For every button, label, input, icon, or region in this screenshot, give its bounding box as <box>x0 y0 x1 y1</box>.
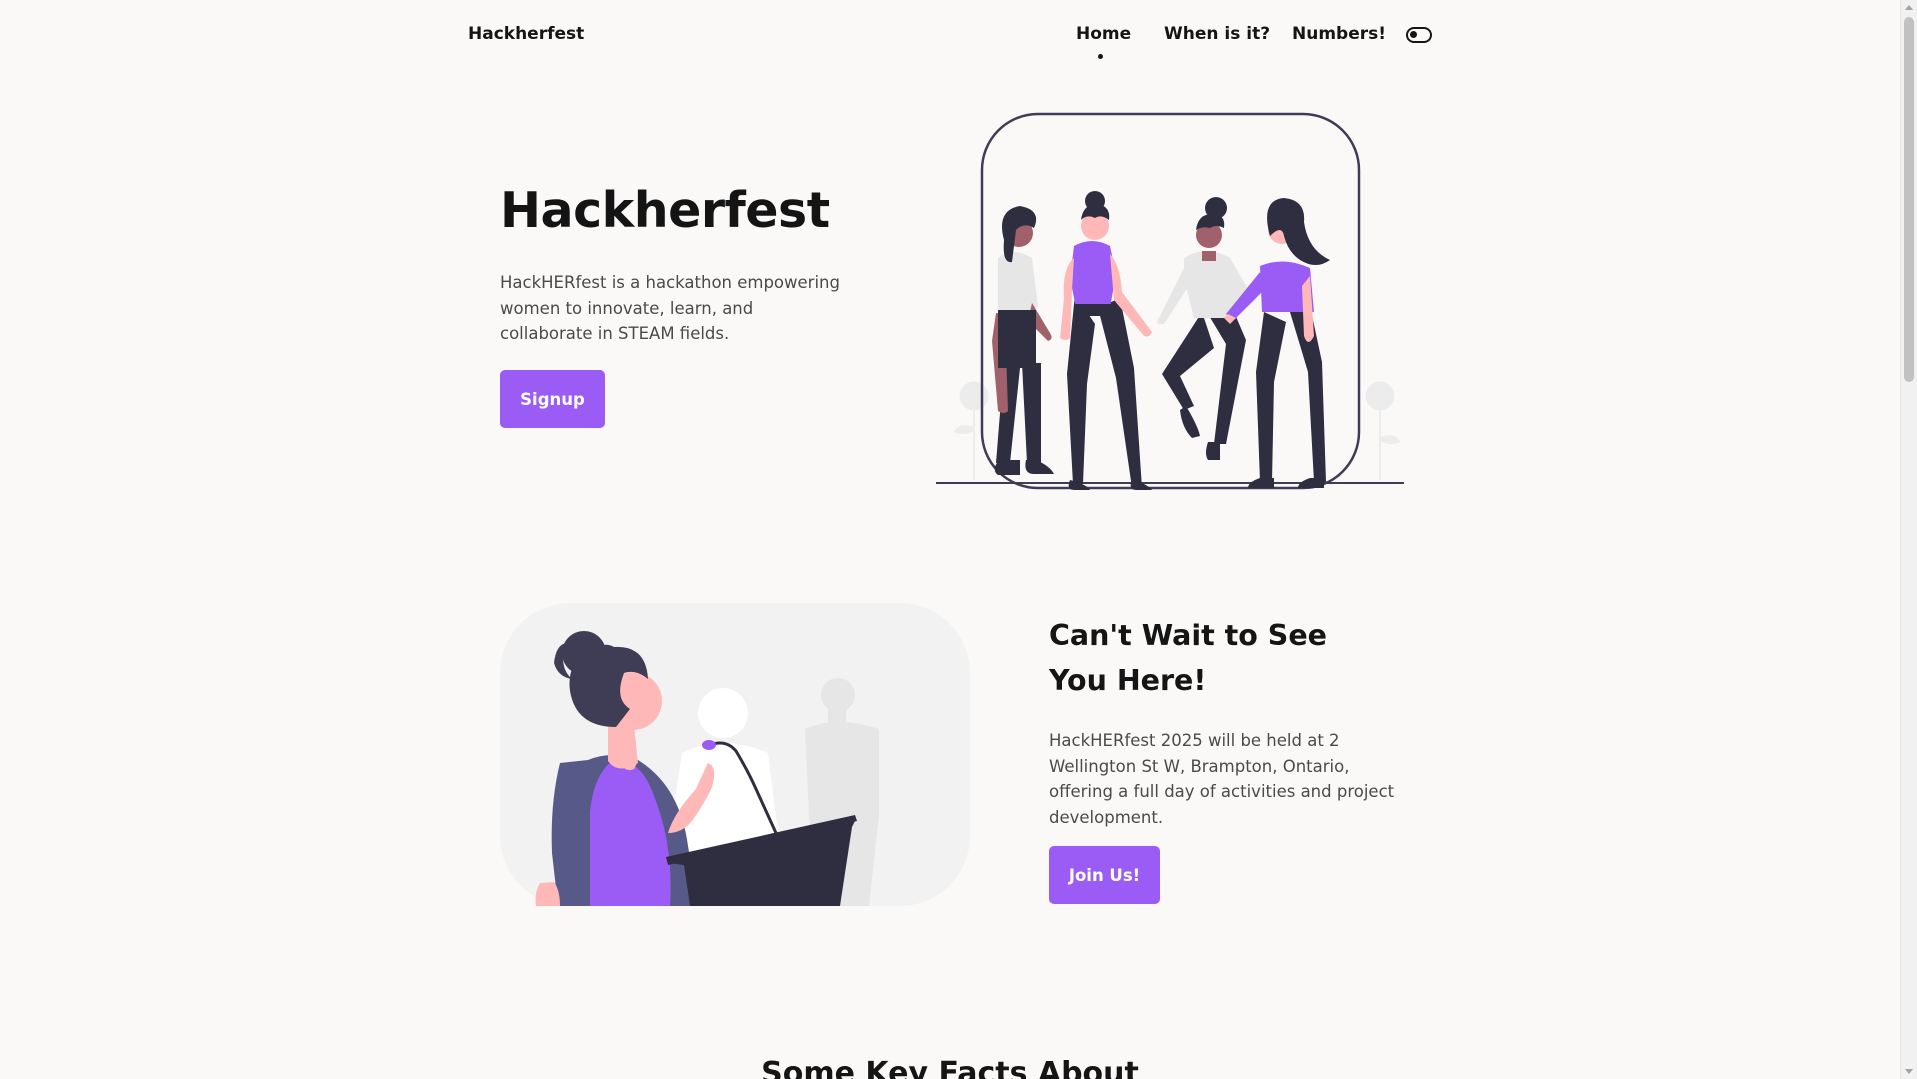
woman-3-figure <box>1157 197 1256 460</box>
sunflower-right-icon <box>1365 381 1401 480</box>
nav-when-is-it[interactable]: When is it? <box>1164 24 1270 44</box>
event-section-title: Can't Wait to See You Here! <box>1049 619 1327 697</box>
hero-title: Hackherfest <box>500 182 830 239</box>
speaker-at-podium-illustration <box>500 603 970 906</box>
women-holding-hands-illustration <box>936 112 1404 490</box>
theme-toggle-icon[interactable] <box>1406 27 1432 43</box>
signup-button[interactable]: Signup <box>500 370 605 428</box>
nav-numbers[interactable]: Numbers! <box>1292 24 1386 44</box>
key-facts-title: Some Key Facts About <box>761 1056 1139 1079</box>
woman-2-figure <box>1060 191 1152 490</box>
brand-logo[interactable]: Hackherfest <box>468 24 584 44</box>
scrollbar-thumb[interactable] <box>1904 17 1914 382</box>
vertical-scrollbar[interactable] <box>1900 0 1917 1079</box>
event-description: HackHERfest 2025 will be held at 2 Welli… <box>1049 731 1395 827</box>
scroll-up-arrow-icon[interactable] <box>1905 5 1913 10</box>
nav-home[interactable]: Home <box>1076 24 1131 44</box>
hero-description: HackHERfest is a hackathon empowering wo… <box>500 273 840 343</box>
toggle-knob <box>1410 31 1417 38</box>
page: Hackherfest Home When is it? Numbers! Ha… <box>0 0 1900 1079</box>
scroll-down-arrow-icon[interactable] <box>1905 1069 1913 1074</box>
woman-1-figure <box>992 206 1054 475</box>
nav-active-indicator <box>1098 54 1103 59</box>
join-us-button[interactable]: Join Us! <box>1049 846 1160 904</box>
